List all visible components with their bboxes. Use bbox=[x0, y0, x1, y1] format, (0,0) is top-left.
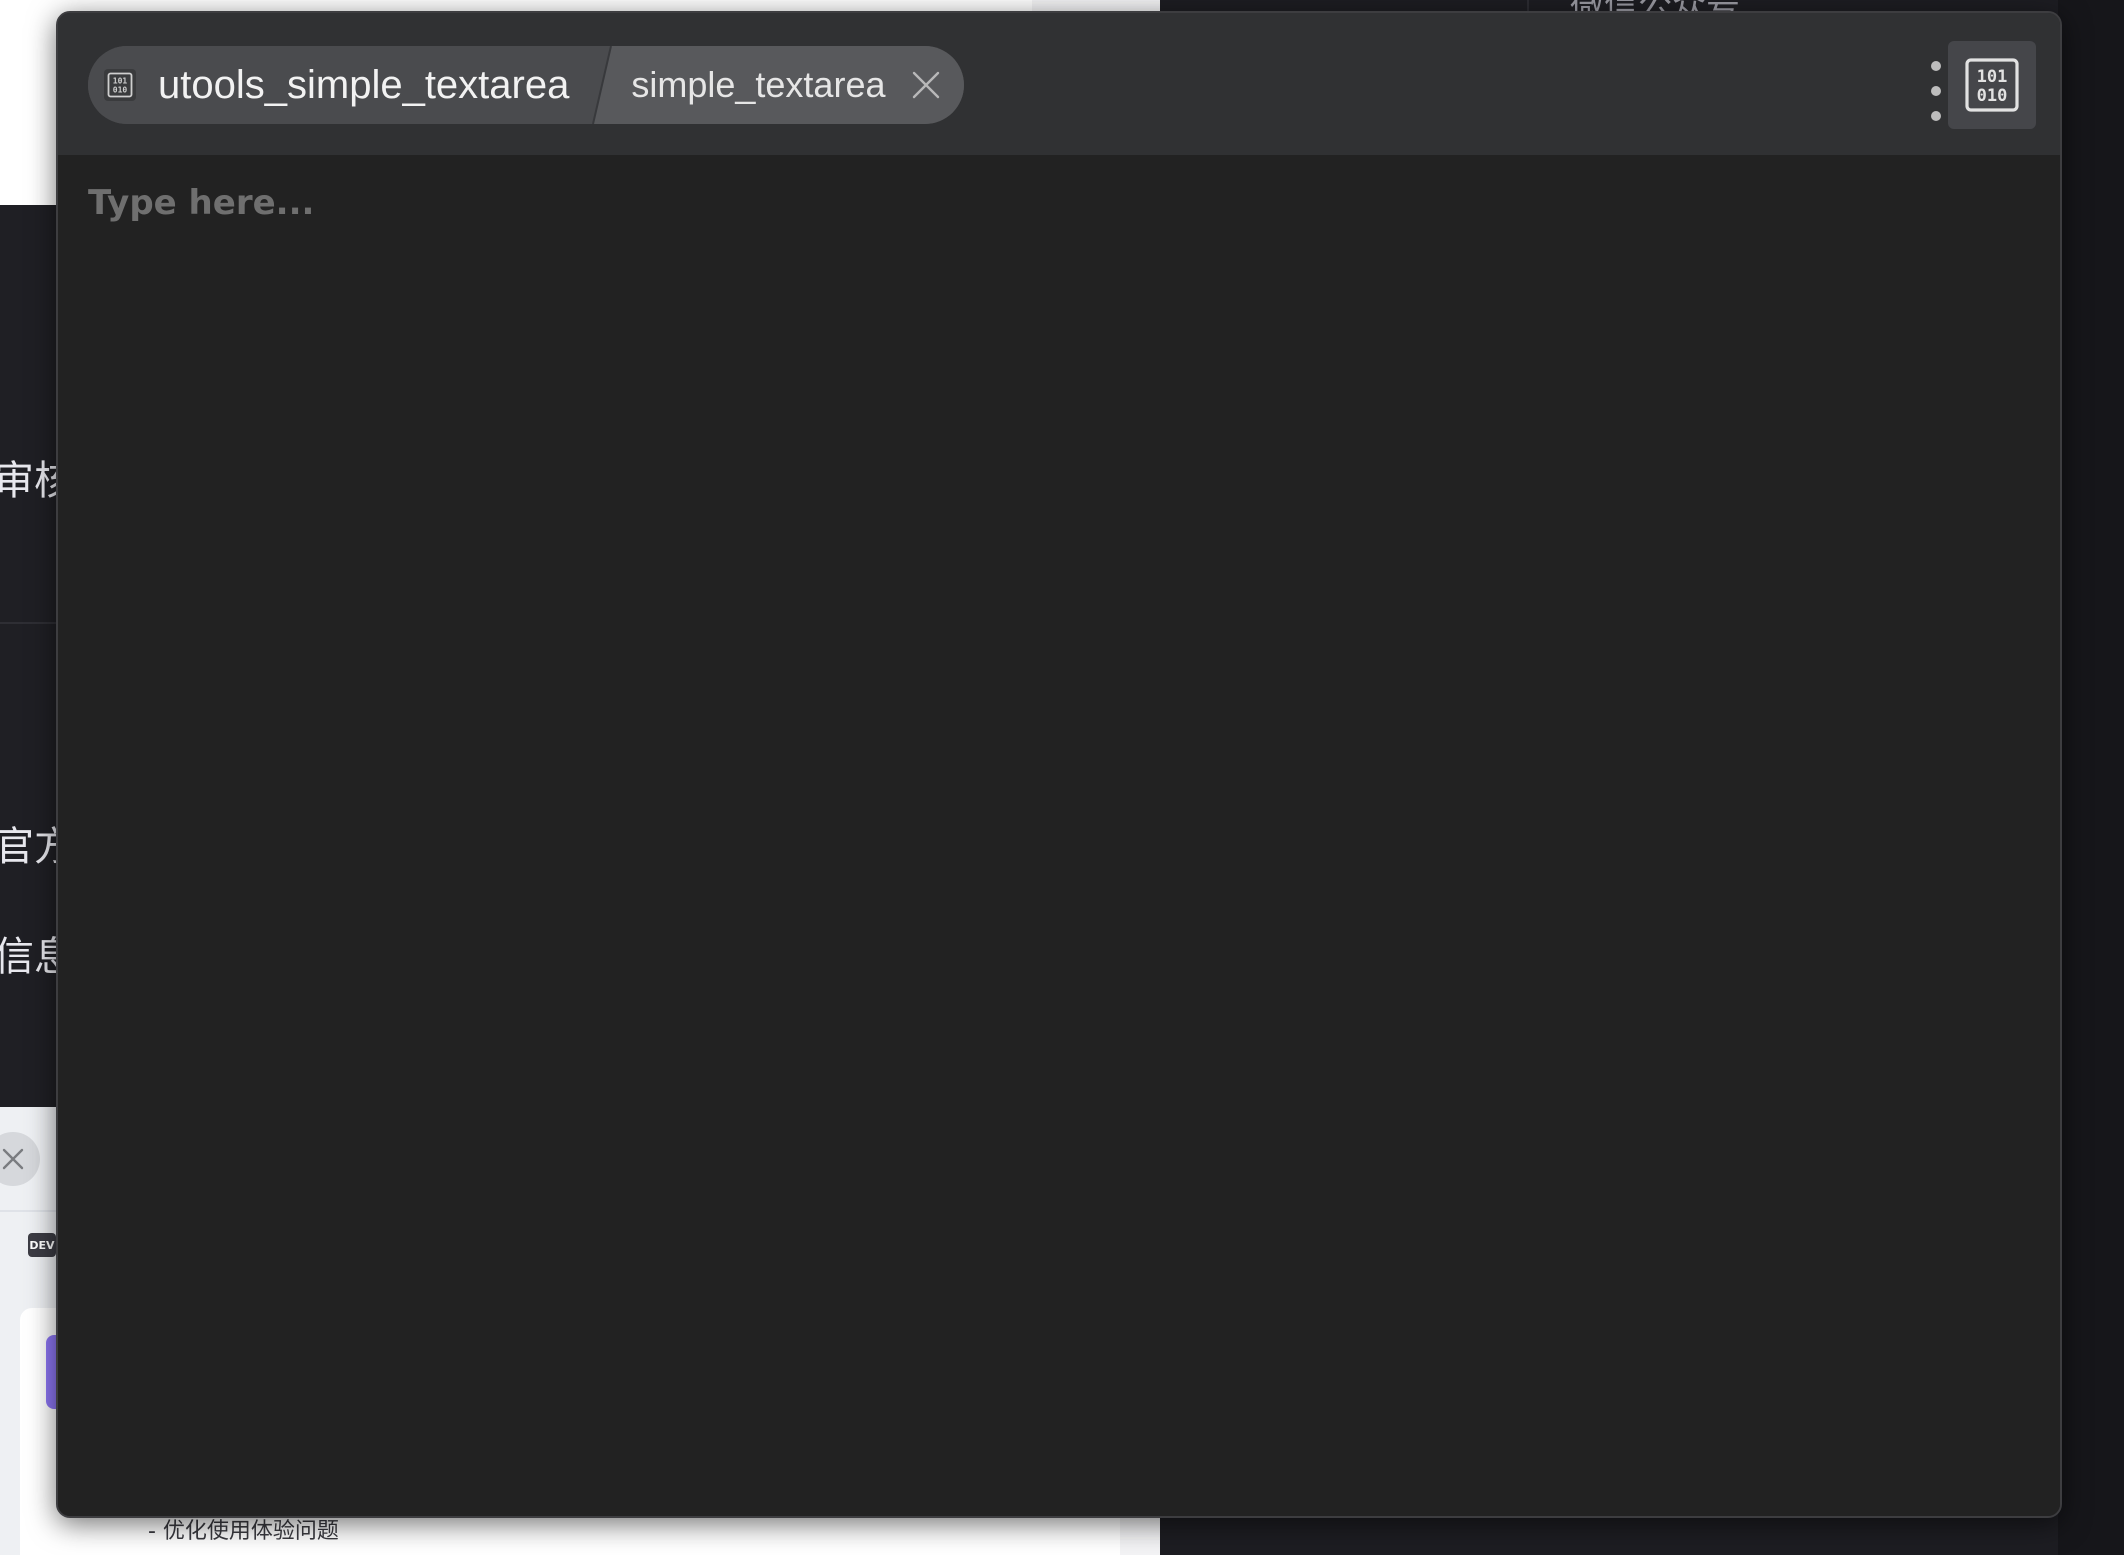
plugin-crumb[interactable]: 101 010 utools_simple_textarea bbox=[88, 46, 590, 124]
text-input[interactable] bbox=[58, 155, 2060, 1516]
breadcrumb-separator bbox=[589, 46, 626, 124]
utools-plugin-window: 101 010 utools_simple_textarea simple_te… bbox=[56, 11, 2062, 1518]
title-bar: 101 010 utools_simple_textarea simple_te… bbox=[58, 13, 2060, 155]
svg-text:101: 101 bbox=[1977, 67, 2008, 87]
background-window-edge bbox=[2058, 0, 2124, 1555]
dev-badge: DEV bbox=[28, 1233, 56, 1257]
exit-feature-button[interactable] bbox=[906, 65, 946, 105]
binary-code-icon: 101 010 bbox=[1965, 58, 2019, 112]
feature-crumb[interactable]: simple_textarea bbox=[625, 46, 964, 124]
more-vertical-icon bbox=[1931, 61, 1941, 71]
background-divider bbox=[0, 622, 60, 624]
close-icon bbox=[2, 1148, 24, 1170]
editor-area bbox=[58, 155, 2060, 1516]
feature-name: simple_textarea bbox=[631, 64, 886, 105]
more-options-button[interactable] bbox=[1924, 61, 1948, 121]
plugin-logo-button[interactable]: 101 010 bbox=[1948, 41, 2036, 129]
svg-text:010: 010 bbox=[113, 86, 128, 95]
svg-text:101: 101 bbox=[113, 77, 128, 86]
binary-code-icon: 101 010 bbox=[104, 69, 136, 101]
svg-text:010: 010 bbox=[1977, 86, 2008, 106]
desktop: 微信公众号 审核通 官方 信息 DEV - 优化使用体验问题 101 010 bbox=[0, 0, 2124, 1555]
breadcrumb: 101 010 utools_simple_textarea simple_te… bbox=[88, 46, 964, 124]
close-icon bbox=[912, 71, 939, 99]
plugin-name: utools_simple_textarea bbox=[158, 62, 570, 107]
